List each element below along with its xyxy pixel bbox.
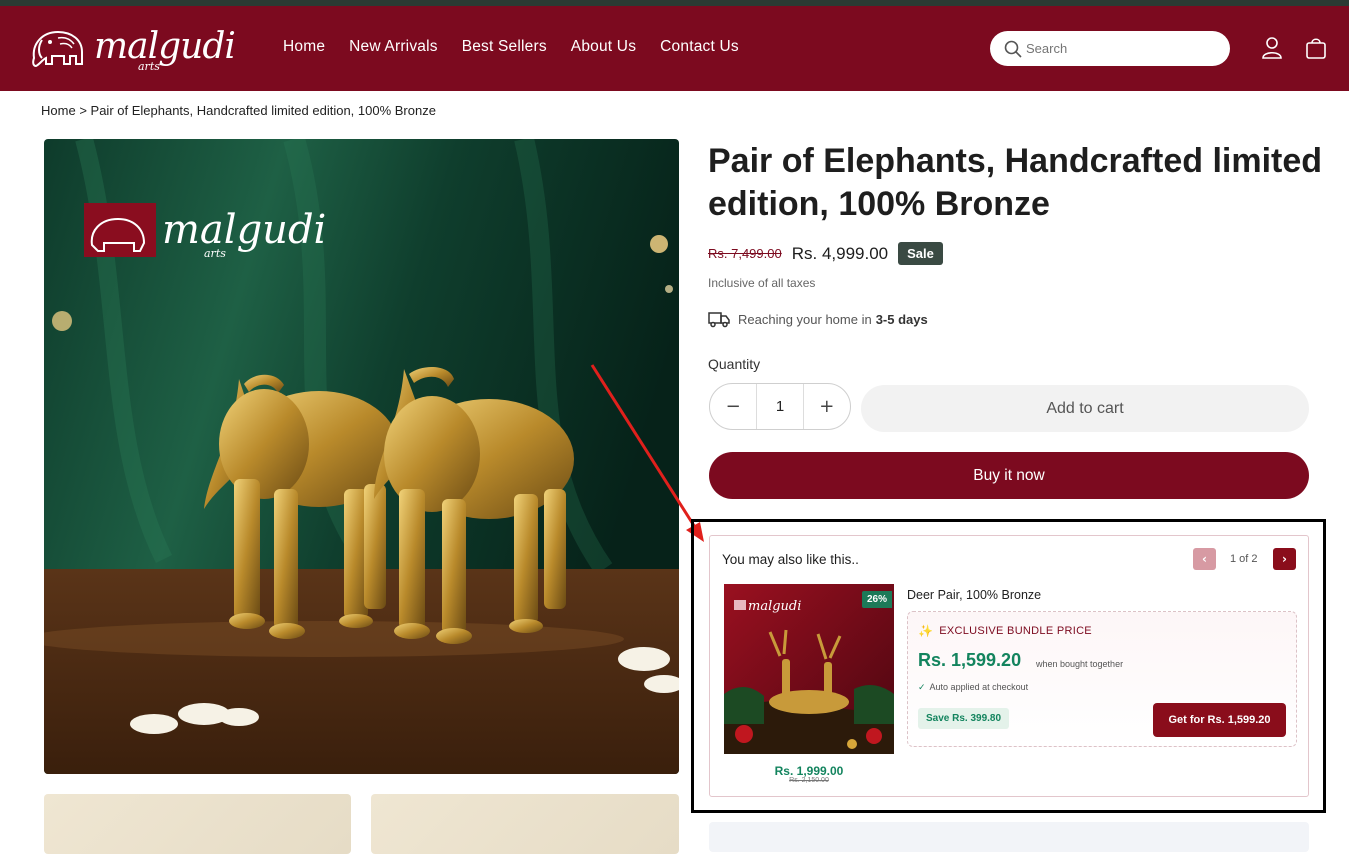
truck-icon <box>708 312 730 328</box>
get-bundle-button[interactable]: Get for Rs. 1,599.20 <box>1153 703 1286 737</box>
search-input[interactable] <box>1026 41 1206 56</box>
brand-logo[interactable]: malgudi arts <box>28 24 236 73</box>
site-header: malgudi arts Home New Arrivals Best Sell… <box>0 6 1349 91</box>
auto-applied-note: ✓ Auto applied at checkout <box>918 682 1028 693</box>
brand-name: malgudi <box>94 26 236 67</box>
nav-new-arrivals[interactable]: New Arrivals <box>349 38 438 56</box>
image-brand-sub: arts <box>204 247 226 260</box>
breadcrumb-home[interactable]: Home <box>41 103 76 118</box>
sale-badge: Sale <box>898 242 943 265</box>
search-icon <box>1004 40 1022 58</box>
recommended-product-name[interactable]: Deer Pair, 100% Bronze <box>907 588 1041 602</box>
account-icon[interactable] <box>1260 36 1284 60</box>
nav-about-us[interactable]: About Us <box>571 38 636 56</box>
recommended-price: Rs. 1,999.00 <box>774 764 844 778</box>
cart-bag-icon[interactable] <box>1304 36 1328 60</box>
recommendation-widget: You may also like this.. ‹ 1 of 2 › malg… <box>709 535 1309 797</box>
search-box[interactable] <box>990 31 1230 66</box>
bundle-tag: ✨ EXCLUSIVE BUNDLE PRICE <box>918 624 1092 638</box>
auto-applied-text: Auto applied at checkout <box>929 682 1029 692</box>
next-page-button[interactable]: › <box>1273 548 1296 570</box>
lower-panel <box>709 822 1309 852</box>
breadcrumb-separator: > <box>79 103 87 118</box>
main-nav: Home New Arrivals Best Sellers About Us … <box>283 38 763 56</box>
savings-badge: Save Rs. 399.80 <box>918 708 1010 729</box>
prev-page-button[interactable]: ‹ <box>1193 548 1216 570</box>
bundle-offer-card: ✨ EXCLUSIVE BUNDLE PRICE Rs. 1,599.20 wh… <box>907 611 1297 747</box>
quantity-increase-button[interactable]: + <box>804 396 850 417</box>
delivery-note: Reaching your home in 3-5 days <box>708 310 928 328</box>
bundle-tag-text: EXCLUSIVE BUNDLE PRICE <box>939 625 1092 637</box>
sparkle-icon: ✨ <box>918 624 934 638</box>
recommendation-heading: You may also like this.. <box>722 552 859 567</box>
nav-home[interactable]: Home <box>283 38 325 56</box>
breadcrumb-current: Pair of Elephants, Handcrafted limited e… <box>90 103 436 118</box>
recommended-old-price: Rs. 2,150.00 <box>789 777 829 784</box>
elephant-logo-icon <box>32 30 83 68</box>
price-row: Rs. 7,499.00 Rs. 4,999.00 Sale <box>708 242 943 265</box>
compare-at-price: Rs. 7,499.00 <box>708 246 782 261</box>
quantity-stepper: − 1 + <box>709 383 851 430</box>
add-to-cart-button[interactable]: Add to cart <box>861 385 1309 432</box>
discount-badge: 26% <box>862 591 893 608</box>
sale-price: Rs. 4,999.00 <box>791 243 889 263</box>
nav-contact-us[interactable]: Contact Us <box>660 38 739 56</box>
tax-note: Inclusive of all taxes <box>708 276 816 290</box>
bundle-when-text: when bought together <box>1036 659 1124 669</box>
quantity-input[interactable]: 1 <box>756 384 804 429</box>
product-thumbnail[interactable] <box>44 794 351 854</box>
check-icon: ✓ <box>918 682 926 692</box>
recommended-product-image[interactable]: malgudi <box>724 584 894 754</box>
brand-sub: arts <box>138 60 160 73</box>
nav-best-sellers[interactable]: Best Sellers <box>462 38 547 56</box>
page-indicator: 1 of 2 <box>1230 553 1258 565</box>
bundle-price: Rs. 1,599.20 <box>918 650 1022 670</box>
delivery-text: Reaching your home in <box>738 311 872 327</box>
recommended-image-brand: malgudi <box>748 599 801 614</box>
product-thumbnail[interactable] <box>371 794 679 854</box>
breadcrumb: Home > Pair of Elephants, Handcrafted li… <box>41 103 436 118</box>
image-brand-text: malgudi <box>162 207 326 253</box>
product-title: Pair of Elephants, Handcrafted limited e… <box>708 142 1323 223</box>
buy-now-button[interactable]: Buy it now <box>709 452 1309 499</box>
delivery-days: 3-5 days <box>875 311 928 327</box>
